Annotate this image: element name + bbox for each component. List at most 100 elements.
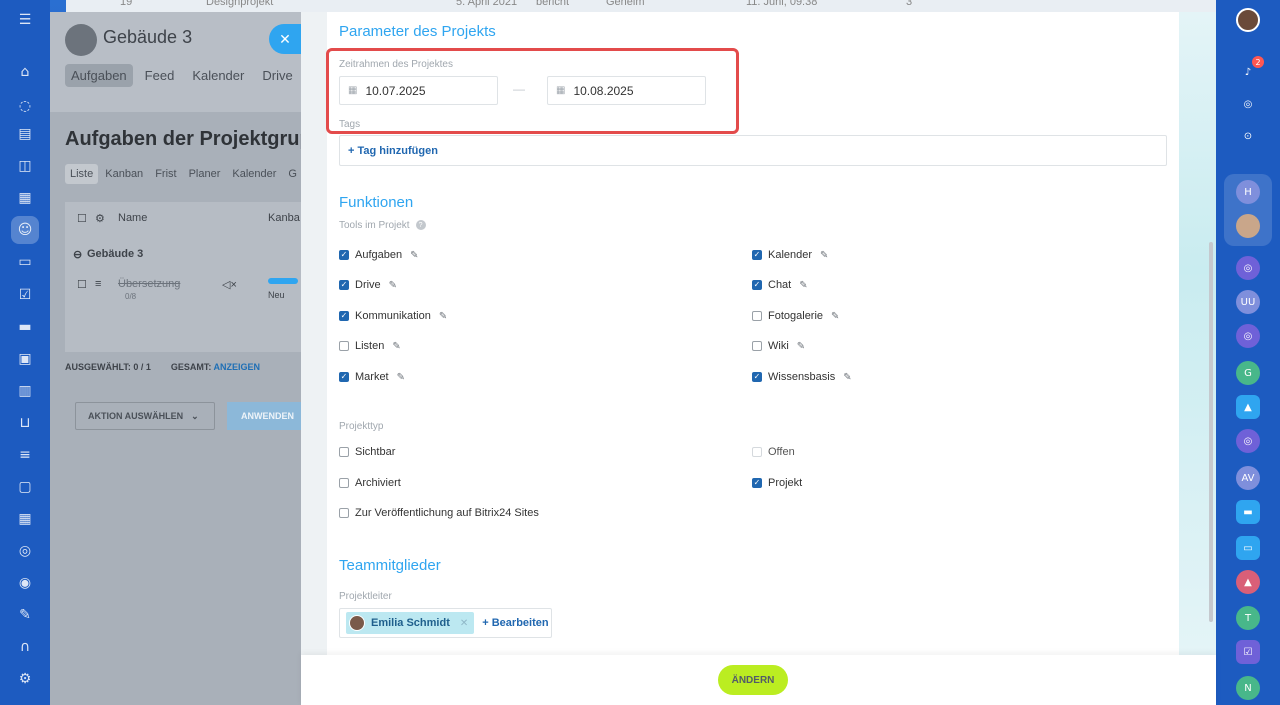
search-chat-icon[interactable]: ⊙ <box>1236 124 1260 148</box>
headset-icon[interactable]: ∩ <box>15 637 35 657</box>
checkbox[interactable] <box>339 311 349 321</box>
tool-kalender[interactable]: Kalender✎ <box>752 249 828 261</box>
collapse-icon[interactable]: ⊖ <box>73 248 82 261</box>
crm-icon[interactable]: ▬ <box>15 317 35 337</box>
chat-t[interactable]: T <box>1236 606 1260 630</box>
save-button[interactable]: ÄNDERN <box>718 665 788 695</box>
checkbox[interactable] <box>339 372 349 382</box>
remove-icon[interactable]: ✕ <box>460 618 468 629</box>
row-menu-icon[interactable]: ≡ <box>95 278 101 290</box>
lock-icon[interactable]: ▲ <box>1236 395 1260 419</box>
tab-gantt[interactable]: G <box>283 164 302 184</box>
chat-g[interactable]: G <box>1236 361 1260 385</box>
lock-red-icon[interactable]: ▲ <box>1236 570 1260 594</box>
pencil-icon[interactable]: ✎ <box>799 280 807 291</box>
pencil-icon[interactable]: ✎ <box>397 372 405 383</box>
gear-icon[interactable]: ⚙ <box>95 212 105 225</box>
mute-icon[interactable]: ◁× <box>222 278 237 291</box>
checkbox[interactable] <box>339 341 349 351</box>
activity-icon[interactable]: ◎ <box>1236 92 1260 116</box>
tab-planer[interactable]: Planer <box>184 164 226 184</box>
checkbox[interactable] <box>339 250 349 260</box>
tool-wiki[interactable]: Wiki ✎ <box>752 340 805 352</box>
checkbox[interactable] <box>752 280 762 290</box>
checkbox[interactable] <box>339 447 349 457</box>
type-project[interactable]: Projekt <box>752 477 802 489</box>
action-select[interactable]: AKTION AUSWÄHLEN ⌄ <box>75 402 215 430</box>
chat-n[interactable]: N <box>1236 676 1260 700</box>
pencil-icon[interactable]: ✎ <box>831 311 839 322</box>
help-icon[interactable]: ? <box>415 220 426 231</box>
pencil-icon[interactable]: ✎ <box>820 250 828 261</box>
goals-icon[interactable]: ◉ <box>15 573 35 593</box>
pencil-icon[interactable]: ✎ <box>410 250 418 261</box>
close-slider-button[interactable]: ✕ <box>269 24 301 54</box>
chat-h[interactable]: H <box>1236 180 1260 204</box>
card-icon[interactable]: ▭ <box>1236 536 1260 560</box>
robot-icon[interactable]: ◎ <box>15 541 35 561</box>
tasks-icon[interactable]: ☑ <box>15 285 35 305</box>
checkbox[interactable] <box>752 341 762 351</box>
tags-field[interactable]: + Tag hinzufügen <box>339 135 1167 166</box>
tool-kommunikation[interactable]: Kommunikation✎ <box>339 310 447 322</box>
pencil-icon[interactable]: ✎ <box>843 372 851 383</box>
show-total-link[interactable]: ANZEIGEN <box>214 362 261 372</box>
checkbox[interactable] <box>752 311 762 321</box>
files-icon[interactable]: ▭ <box>15 252 35 272</box>
home-icon[interactable]: ⌂ <box>15 62 35 82</box>
checkbox[interactable] <box>752 372 762 382</box>
tool-drive[interactable]: Drive✎ <box>339 279 397 291</box>
tasks-chat-icon[interactable]: ☑ <box>1236 640 1260 664</box>
checkbox[interactable] <box>339 280 349 290</box>
chat-icon[interactable]: ◫ <box>15 156 35 176</box>
chat-avatar[interactable] <box>1236 214 1260 238</box>
tab-drive[interactable]: Drive <box>256 64 298 87</box>
user-avatar[interactable] <box>1236 8 1260 32</box>
tab-aufgaben[interactable]: Aufgaben <box>65 64 133 87</box>
message-icon[interactable]: ▬ <box>1236 500 1260 524</box>
scrollbar[interactable] <box>1209 242 1213 622</box>
groups-icon[interactable]: ☺ <box>11 216 39 244</box>
pencil-icon[interactable]: ✎ <box>797 341 805 352</box>
user-chip[interactable]: Emilia Schmidt ✕ <box>346 612 475 634</box>
type-archived[interactable]: Archiviert <box>339 477 401 489</box>
checkbox[interactable] <box>752 478 762 488</box>
shop-icon[interactable]: ⊔ <box>15 413 35 433</box>
notifications-icon[interactable]: ♪ 2 <box>1236 56 1264 84</box>
tool-wissensbasis[interactable]: Wissensbasis✎ <box>752 371 852 383</box>
documents-icon[interactable]: ▤ <box>15 124 35 144</box>
calendar-icon[interactable]: ▦ <box>15 188 35 208</box>
tab-kalender[interactable]: Kalender <box>186 64 250 87</box>
tab-frist[interactable]: Frist <box>150 164 181 184</box>
type-publish-sites[interactable]: Zur Veröffentlichung auf Bitrix24 Sites <box>339 507 539 519</box>
type-visible[interactable]: Sichtbar <box>339 446 395 458</box>
chat-channel-1[interactable]: ◎ <box>1236 256 1260 280</box>
tool-market[interactable]: Market✎ <box>339 371 405 383</box>
checkbox[interactable] <box>752 250 762 260</box>
tool-fotogalerie[interactable]: Fotogalerie ✎ <box>752 310 839 322</box>
add-tag-button[interactable]: + Tag hinzufügen <box>348 145 438 157</box>
contact-center-icon[interactable]: ▢ <box>15 477 35 497</box>
checkbox[interactable] <box>339 508 349 518</box>
filter-icon[interactable]: ≡ <box>15 445 35 465</box>
checkbox[interactable] <box>339 478 349 488</box>
pencil-icon[interactable]: ✎ <box>389 280 397 291</box>
tool-aufgaben[interactable]: Aufgaben✎ <box>339 249 419 261</box>
pencil-icon[interactable]: ✎ <box>392 341 400 352</box>
tab-liste[interactable]: Liste <box>65 164 99 184</box>
select-all-checkbox[interactable]: ☐ <box>77 212 87 225</box>
tool-listen[interactable]: Listen ✎ <box>339 340 401 352</box>
chat-channel-2[interactable]: ◎ <box>1236 324 1260 348</box>
analytics-icon[interactable]: ▥ <box>15 381 35 401</box>
pencil-icon[interactable]: ✎ <box>439 311 447 322</box>
tab-kanban[interactable]: Kanban <box>100 164 148 184</box>
tab-kalender-view[interactable]: Kalender <box>227 164 281 184</box>
tool-chat[interactable]: Chat✎ <box>752 279 808 291</box>
row-checkbox[interactable]: ☐ <box>77 278 87 291</box>
settings-icon[interactable]: ⚙ <box>15 669 35 689</box>
tab-feed[interactable]: Feed <box>139 64 181 87</box>
schedule-icon[interactable]: ▦ <box>15 509 35 529</box>
chat-uu[interactable]: UU <box>1236 290 1260 314</box>
chat-av[interactable]: AV <box>1236 466 1260 490</box>
apply-button[interactable]: ANWENDEN <box>227 402 310 430</box>
